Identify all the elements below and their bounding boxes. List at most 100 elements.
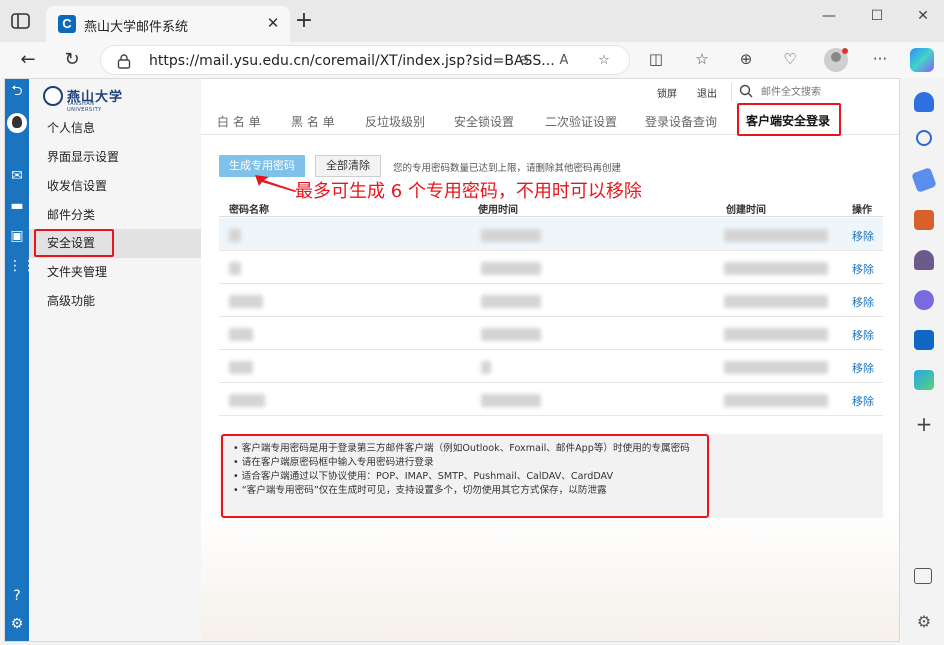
- edge-sidebar: + ⚙: [904, 78, 944, 645]
- tab-antispam-level[interactable]: 反垃圾级别: [365, 113, 425, 130]
- annotation-text: 最多可生成 6 个专用密码，不用时可以移除: [295, 181, 642, 202]
- limit-hint: 您的专用密码数量已达到上限，请删除其他密码再创建: [393, 163, 622, 174]
- remove-link[interactable]: 移除: [852, 294, 874, 310]
- menu-item-display-settings[interactable]: 界面显示设置: [29, 143, 201, 172]
- menu-item-mail-category[interactable]: 邮件分类: [29, 201, 201, 230]
- games-icon[interactable]: [914, 250, 934, 270]
- folder-icon[interactable]: ▬: [8, 197, 26, 215]
- remove-link[interactable]: 移除: [852, 327, 874, 343]
- help-icon[interactable]: ?: [8, 587, 26, 605]
- tab-title: 燕山大学邮件系统: [84, 20, 189, 35]
- table-row: 移除: [219, 284, 883, 317]
- browser-essentials-icon[interactable]: ♡: [780, 49, 800, 69]
- add-sidebar-app-icon[interactable]: +: [914, 414, 934, 434]
- logout-link[interactable]: 退出: [697, 85, 717, 100]
- table-row: 移除: [219, 251, 883, 284]
- new-tab-icon[interactable]: +: [294, 10, 314, 32]
- table-row: 移除: [219, 383, 883, 416]
- app-icon-bar: ⮌ ✉ ▬ ▣ ⋮⋮ ? ⚙: [5, 79, 36, 641]
- copilot-icon[interactable]: [910, 48, 934, 72]
- note-line: • “客户端专用密码”仅在生成时可见，支持设置多个，切勿使用其它方式保存，以防泄…: [233, 485, 607, 496]
- tab-security-lock[interactable]: 安全锁设置: [454, 113, 514, 130]
- collections-icon[interactable]: ⊕: [736, 49, 756, 69]
- search-icon[interactable]: [739, 84, 753, 98]
- redacted-used-time: [481, 361, 491, 374]
- outlook-icon[interactable]: [914, 330, 934, 350]
- table-row: 移除: [219, 317, 883, 350]
- send-icon[interactable]: [914, 370, 934, 390]
- remove-link[interactable]: 移除: [852, 393, 874, 409]
- search-sidebar-icon[interactable]: [916, 130, 932, 146]
- menu-item-advanced[interactable]: 高级功能: [29, 287, 201, 316]
- zoom-icon[interactable]: ⊖: [515, 52, 533, 70]
- remove-link[interactable]: 移除: [852, 261, 874, 277]
- logo-subtitle: YANSHAN UNIVERSITY: [67, 101, 102, 113]
- favorite-star-icon[interactable]: ☆: [595, 52, 613, 70]
- settings-icon[interactable]: ⚙: [8, 615, 26, 633]
- redacted-used-time: [481, 328, 541, 341]
- remove-link[interactable]: 移除: [852, 360, 874, 376]
- mail-search-input[interactable]: [761, 82, 891, 102]
- back-icon[interactable]: ←: [16, 48, 40, 72]
- menu-item-send-receive[interactable]: 收发信设置: [29, 172, 201, 201]
- tab-actions-icon[interactable]: [10, 12, 32, 30]
- redacted-created-time: [724, 394, 828, 407]
- browser-tab[interactable]: C 燕山大学邮件系统 ✕: [46, 6, 290, 42]
- university-logo: 燕山大学 YANSHAN UNIVERSITY: [43, 85, 123, 113]
- menu-item-personal-info[interactable]: 个人信息: [29, 114, 201, 143]
- lock-icon[interactable]: [117, 53, 131, 69]
- redacted-used-time: [481, 295, 541, 308]
- back-to-mail-icon[interactable]: ⮌: [8, 82, 26, 100]
- lock-screen-link[interactable]: 锁屏: [657, 85, 677, 100]
- note-line: • 请在客户端原密码框中输入专用密码进行登录: [233, 457, 434, 468]
- university-seal-icon: [43, 86, 63, 106]
- redacted-name: [229, 262, 241, 275]
- redacted-name: [229, 295, 263, 308]
- tab-whitelist[interactable]: 白 名 单: [217, 113, 261, 130]
- tab-close-icon[interactable]: ✕: [264, 14, 282, 32]
- shopping-tag-icon[interactable]: [911, 167, 937, 193]
- user-avatar[interactable]: [7, 113, 27, 133]
- more-menu-icon[interactable]: ···: [870, 49, 890, 69]
- redacted-used-time: [481, 262, 541, 275]
- redacted-used-time: [481, 394, 541, 407]
- highlight-box-security: [34, 229, 114, 257]
- redacted-used-time: [481, 229, 541, 242]
- menu-item-folder-management[interactable]: 文件夹管理: [29, 258, 201, 287]
- refresh-icon[interactable]: ↻: [60, 48, 84, 72]
- note-line: • 客户端专用密码是用于登录第三方邮件客户端（例如Outlook、Foxmail…: [233, 443, 690, 454]
- contacts-icon[interactable]: ▣: [8, 227, 26, 245]
- redacted-name: [229, 394, 265, 407]
- note-line: • 适合客户端通过以下协议使用：POP、IMAP、SMTP、Pushmail、C…: [233, 471, 614, 482]
- tab-login-devices[interactable]: 登录设备查询: [645, 113, 717, 130]
- screenshot-icon[interactable]: [914, 568, 932, 584]
- url-text: https://mail.ysu.edu.cn/coremail/XT/inde…: [149, 53, 555, 69]
- close-window-button[interactable]: ✕: [908, 6, 938, 26]
- redacted-created-time: [724, 328, 828, 341]
- split-screen-icon[interactable]: ◫: [646, 49, 666, 69]
- redacted-name: [229, 361, 253, 374]
- header-used-time: 使用时间: [478, 205, 518, 216]
- notification-bell-icon[interactable]: [914, 92, 934, 112]
- tab-blacklist[interactable]: 黑 名 单: [291, 113, 335, 130]
- microsoft-365-icon[interactable]: [914, 290, 934, 310]
- table-header: 密码名称 使用时间 创建时间 操作: [219, 201, 883, 217]
- remove-link[interactable]: 移除: [852, 228, 874, 244]
- settings-gear-icon[interactable]: ⚙: [914, 612, 934, 632]
- maximize-button[interactable]: ☐: [862, 6, 892, 26]
- tools-icon[interactable]: [914, 210, 934, 230]
- main-content: 锁屏 退出 白 名 单 黑 名 单 反垃圾级别 安全锁设置 二次验证设置 登录设…: [201, 79, 899, 641]
- minimize-button[interactable]: —: [814, 6, 844, 26]
- redacted-created-time: [724, 361, 828, 374]
- settings-menu: 燕山大学 YANSHAN UNIVERSITY 个人信息 界面显示设置 收发信设…: [29, 79, 201, 641]
- address-bar[interactable]: https://mail.ysu.edu.cn/coremail/XT/inde…: [100, 45, 630, 75]
- tab-client-secure-login[interactable]: 客户端安全登录: [746, 112, 830, 129]
- header-created-time: 创建时间: [726, 205, 766, 216]
- mail-envelope-icon[interactable]: ✉: [8, 167, 26, 185]
- clear-all-button[interactable]: 全部清除: [315, 155, 381, 177]
- table-row: 移除: [219, 218, 883, 251]
- tab-two-factor[interactable]: 二次验证设置: [545, 113, 617, 130]
- favorites-icon[interactable]: ☆: [692, 49, 712, 69]
- read-aloud-icon[interactable]: A: [555, 52, 573, 70]
- apps-grid-icon[interactable]: ⋮⋮: [8, 257, 36, 275]
